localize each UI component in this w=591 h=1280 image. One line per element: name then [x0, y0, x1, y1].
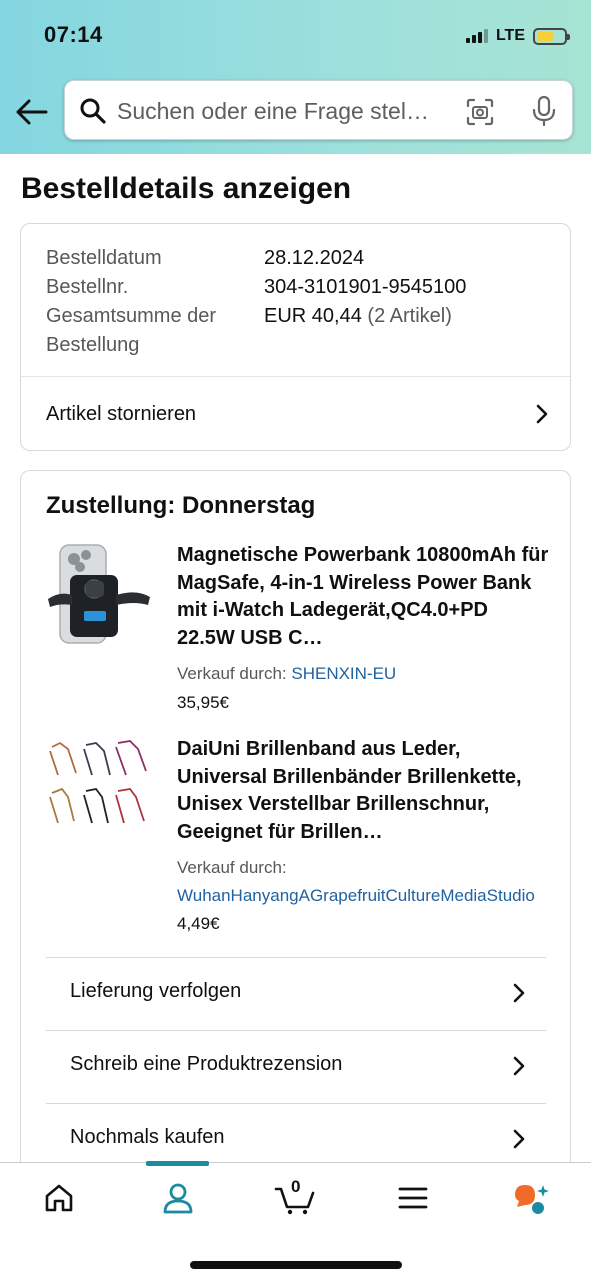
delivery-card: Zustellung: Donnerstag Magnetische Power…	[20, 470, 571, 1230]
track-delivery-row[interactable]: Lieferung verfolgen	[46, 958, 546, 1030]
seller-prefix: Verkauf durch:	[177, 664, 287, 683]
chevron-right-icon	[536, 404, 548, 424]
buy-again-label: Nochmals kaufen	[70, 1126, 225, 1148]
search-icon	[80, 98, 106, 124]
seller-line: Verkauf durch: SHENXIN-EU	[177, 664, 396, 684]
delivery-title: Zustellung: Donnerstag	[46, 492, 316, 519]
page-title: Bestelldetails anzeigen	[21, 172, 352, 205]
chevron-right-icon	[513, 1056, 525, 1076]
product-title[interactable]: Magnetische Powerbank 10800mAh für MagSa…	[177, 542, 549, 652]
search-input[interactable]	[117, 95, 452, 127]
home-icon[interactable]	[42, 1181, 76, 1215]
menu-icon[interactable]	[396, 1181, 430, 1215]
order-number-value: 304-3101901-9545100	[264, 276, 467, 298]
track-delivery-label: Lieferung verfolgen	[70, 980, 242, 1002]
glasses-strap-product-image[interactable]	[46, 737, 154, 845]
network-type: LTE	[495, 27, 525, 44]
rufus-chat-icon[interactable]	[512, 1181, 552, 1215]
camera-scan-icon[interactable]	[465, 97, 495, 127]
seller-link[interactable]: WuhanHanyangAGrapefruitCultureMediaStudi…	[177, 886, 535, 906]
write-review-row[interactable]: Schreib eine Produktrezension	[46, 1031, 546, 1103]
status-time: 07:14	[44, 22, 103, 47]
back-arrow-icon[interactable]	[14, 94, 50, 130]
chevron-right-icon	[513, 1129, 525, 1149]
write-review-label: Schreib eine Produktrezension	[70, 1053, 343, 1075]
order-summary-card: Bestelldatum 28.12.2024 Bestellnr. 304-3…	[20, 223, 571, 451]
order-date-value: 28.12.2024	[264, 247, 365, 269]
app-header: 07:14 LTE	[0, 0, 591, 154]
signal-icon	[465, 29, 488, 43]
order-date-label: Bestelldatum	[46, 247, 162, 269]
battery-icon	[533, 27, 570, 45]
product-title[interactable]: DaiUni Brillenband aus Leder, Universal …	[177, 736, 549, 846]
search-bar[interactable]	[64, 80, 573, 140]
home-indicator	[190, 1261, 402, 1269]
order-number-label: Bestellnr.	[46, 276, 129, 298]
microphone-icon[interactable]	[529, 95, 559, 127]
powerbank-product-image[interactable]	[46, 541, 154, 649]
cancel-items-label: Artikel stornieren	[46, 402, 197, 425]
product-price: 35,95€	[177, 693, 229, 712]
seller-link[interactable]: SHENXIN-EU	[291, 664, 396, 683]
active-tab-indicator	[146, 1161, 209, 1166]
seller-prefix: Verkauf durch:	[177, 858, 287, 877]
order-total-value: EUR 40,44 (2 Artikel)	[264, 302, 452, 331]
order-total-label-line1: Gesamtsumme der	[46, 305, 217, 327]
chevron-right-icon	[513, 983, 525, 1003]
order-total-label-line2: Bestellung	[46, 334, 140, 356]
cancel-items-row[interactable]: Artikel stornieren	[21, 377, 570, 451]
account-icon[interactable]	[161, 1181, 195, 1215]
status-indicators: LTE	[465, 26, 570, 46]
order-item-count: (2 Artikel)	[367, 305, 452, 327]
order-total-amount: EUR 40,44	[264, 305, 362, 327]
product-price: 4,49€	[177, 914, 220, 933]
order-total-label: Gesamtsumme der Bestellung	[46, 302, 216, 360]
cart-count: 0	[291, 1177, 301, 1196]
